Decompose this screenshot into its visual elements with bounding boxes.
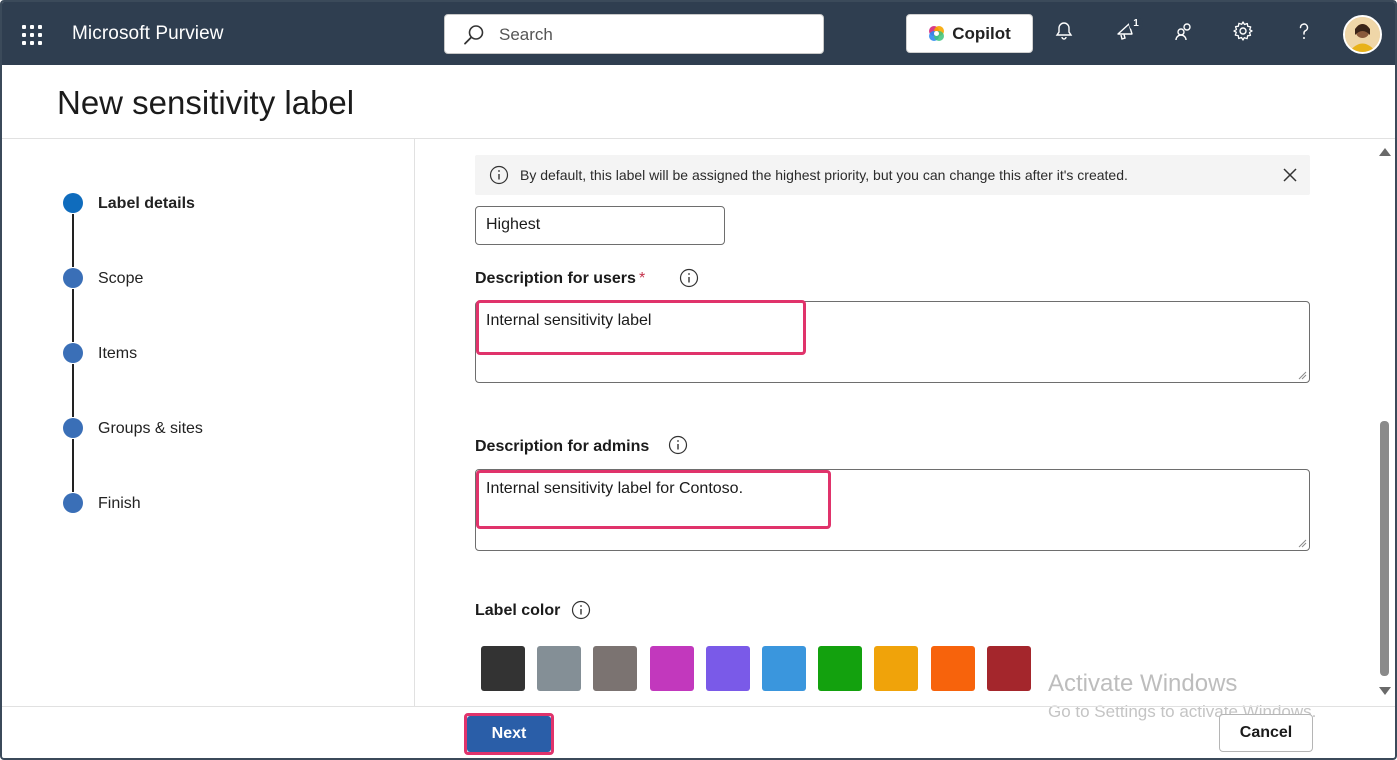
- resize-grip-icon[interactable]: [1297, 538, 1307, 548]
- step-connector: [72, 364, 74, 417]
- scroll-down-arrow-icon[interactable]: [1379, 687, 1391, 695]
- step-connector: [72, 214, 74, 267]
- resize-grip-icon[interactable]: [1297, 370, 1307, 380]
- step-indicator-icon: [63, 193, 83, 213]
- desc-users-textarea[interactable]: Internal sensitivity label: [486, 312, 1296, 372]
- cancel-button[interactable]: Cancel: [1219, 714, 1313, 752]
- required-asterisk: *: [638, 270, 646, 287]
- step-indicator-icon: [63, 343, 83, 363]
- panel-divider: [414, 139, 415, 707]
- step-label: Scope: [98, 270, 144, 287]
- desc-admins-textarea[interactable]: Internal sensitivity label for Contoso.: [486, 480, 1296, 540]
- step-finish[interactable]: Finish: [62, 492, 362, 516]
- step-label: Items: [98, 345, 138, 362]
- color-swatch[interactable]: [649, 646, 694, 691]
- step-label: Label details: [98, 195, 195, 212]
- header-divider: [2, 138, 1395, 139]
- settings-gear-icon[interactable]: [1232, 20, 1260, 48]
- priority-input[interactable]: [486, 216, 716, 234]
- copilot-label: Copilot: [952, 23, 1011, 43]
- notifications-bell-icon[interactable]: [1053, 20, 1081, 48]
- search-box[interactable]: [444, 14, 824, 54]
- search-input[interactable]: [499, 23, 809, 47]
- step-items[interactable]: Items: [62, 342, 362, 366]
- step-indicator-icon: [63, 493, 83, 513]
- page-title: New sensitivity label: [57, 84, 355, 121]
- color-swatch[interactable]: [705, 646, 750, 691]
- help-question-icon[interactable]: [1293, 20, 1321, 48]
- footer-divider: [2, 706, 1395, 707]
- color-swatch[interactable]: [481, 646, 525, 691]
- desc-users-info-icon[interactable]: [679, 268, 699, 288]
- color-swatch[interactable]: [986, 646, 1031, 691]
- app-title[interactable]: Microsoft Purview: [72, 23, 224, 45]
- priority-field[interactable]: [475, 206, 725, 245]
- copilot-icon: [929, 26, 945, 41]
- step-label: Finish: [98, 495, 141, 512]
- desc-users-label: Description for users *: [475, 270, 645, 288]
- label-color-label: Label color: [475, 602, 561, 619]
- step-label-details[interactable]: Label details: [62, 192, 362, 216]
- step-label: Groups & sites: [98, 420, 203, 437]
- color-swatch[interactable]: [818, 646, 863, 691]
- desc-users-label-text: Description for users: [475, 270, 636, 287]
- step-scope[interactable]: Scope: [62, 267, 362, 291]
- priority-info-bar: By default, this label will be assigned …: [475, 155, 1310, 195]
- desc-admins-textarea-field[interactable]: Internal sensitivity label for Contoso.: [475, 469, 1310, 551]
- step-groups-sites[interactable]: Groups & sites: [62, 417, 362, 441]
- copilot-button[interactable]: Copilot: [906, 14, 1033, 53]
- scroll-up-arrow-icon[interactable]: [1379, 148, 1391, 156]
- app-launcher-icon[interactable]: [22, 25, 42, 45]
- color-swatch[interactable]: [762, 646, 806, 691]
- step-indicator-icon: [63, 268, 83, 288]
- step-connector: [72, 289, 74, 342]
- step-indicator-icon: [63, 418, 83, 438]
- user-avatar[interactable]: [1343, 15, 1382, 54]
- notification-badge: 1: [1129, 17, 1143, 31]
- color-swatch[interactable]: [874, 646, 919, 691]
- scrollbar-thumb[interactable]: [1380, 421, 1389, 676]
- app-window: Microsoft Purview Copilot 1: [0, 0, 1397, 760]
- top-bar: Microsoft Purview Copilot 1: [2, 2, 1395, 65]
- search-icon: [463, 24, 485, 51]
- community-icon[interactable]: [1173, 20, 1201, 48]
- close-icon[interactable]: [1281, 166, 1299, 184]
- step-connector: [72, 439, 74, 492]
- desc-admins-label: Description for admins: [475, 438, 650, 455]
- activation-watermark-title: Activate Windows: [1048, 670, 1238, 697]
- next-button[interactable]: Next: [467, 716, 551, 752]
- color-swatch[interactable]: [593, 646, 638, 691]
- desc-admins-info-icon[interactable]: [668, 435, 688, 455]
- color-swatch[interactable]: [930, 646, 975, 691]
- label-color-info-icon[interactable]: [571, 600, 591, 620]
- color-swatch[interactable]: [537, 646, 582, 691]
- info-message: By default, this label will be assigned …: [520, 167, 1128, 183]
- desc-users-textarea-field[interactable]: Internal sensitivity label: [475, 301, 1310, 383]
- info-icon: [489, 165, 509, 190]
